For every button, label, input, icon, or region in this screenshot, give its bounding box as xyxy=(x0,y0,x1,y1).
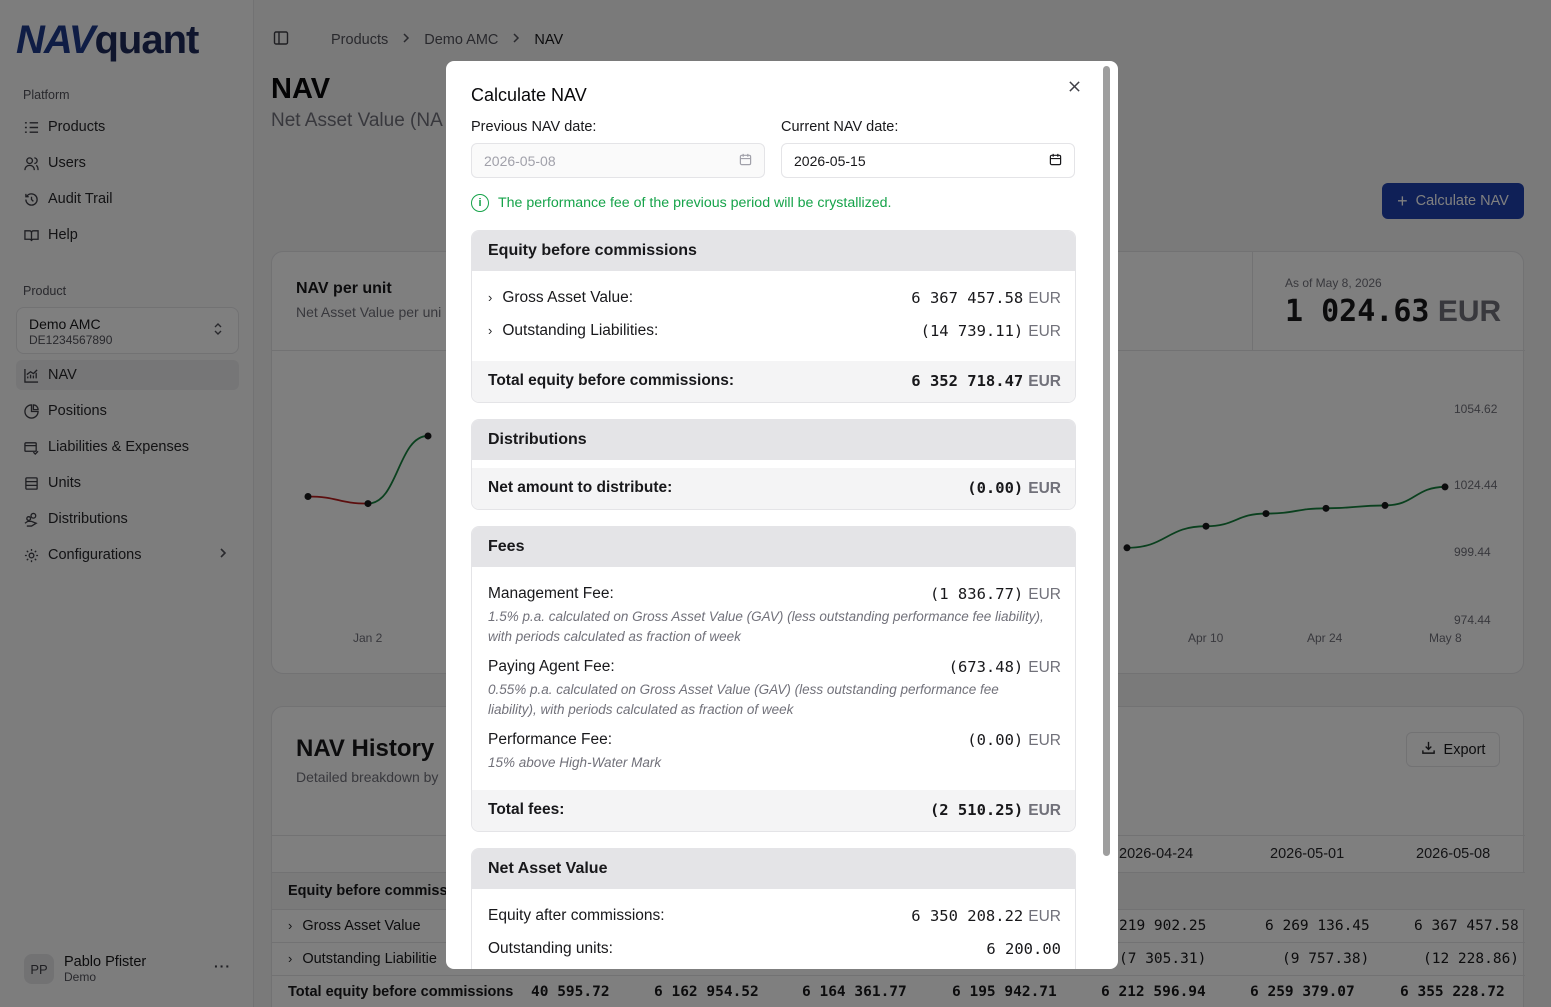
total-fees-row: Total fees: (2 510.25) EUR xyxy=(472,790,1075,831)
nav-section-header: Net Asset Value xyxy=(472,849,1075,889)
paying-agent-fee-row: Paying Agent Fee: (673.48) EUR 0.55% p.a.… xyxy=(472,658,1075,720)
chevron-right-icon: › xyxy=(488,323,493,338)
equity-header: Equity before commissions xyxy=(472,231,1075,271)
equity-section: Equity before commissions › Gross Asset V… xyxy=(471,230,1076,403)
fees-section: Fees Management Fee: (1 836.77) EUR 1.5% … xyxy=(471,526,1076,832)
calendar-icon[interactable] xyxy=(1049,153,1062,169)
total-equity-row: Total equity before commissions: 6 352 7… xyxy=(472,361,1075,402)
distributions-section: Distributions Net amount to distribute: … xyxy=(471,419,1076,510)
performance-fee-description: 15% above High-Water Mark xyxy=(488,755,662,770)
fees-header: Fees xyxy=(472,527,1075,567)
dialog-scrollbar[interactable] xyxy=(1101,64,1112,964)
current-nav-date-input[interactable]: 2026-05-15 xyxy=(781,143,1075,178)
current-date-label: Current NAV date: xyxy=(781,119,899,135)
calendar-icon xyxy=(739,153,752,169)
equity-after-commissions-row: Equity after commissions: 6 350 208.22 EU… xyxy=(488,907,1061,925)
net-asset-value-section: Net Asset Value Equity after commissions… xyxy=(471,848,1076,969)
previous-nav-date-input: 2026-05-08 xyxy=(471,143,765,178)
outstanding-liabilities-row[interactable]: › Outstanding Liabilities: (14 739.11) EUR xyxy=(472,322,1075,346)
paying-agent-fee-description: 0.55% p.a. calculated on Gross Asset Val… xyxy=(488,682,999,717)
close-icon[interactable] xyxy=(1068,77,1081,98)
management-fee-row: Management Fee: (1 836.77) EUR 1.5% p.a. … xyxy=(472,585,1075,647)
previous-date-label: Previous NAV date: xyxy=(471,119,597,135)
management-fee-description: 1.5% p.a. calculated on Gross Asset Valu… xyxy=(488,609,1044,644)
crystallization-notice: i The performance fee of the previous pe… xyxy=(471,194,892,212)
distributions-header: Distributions xyxy=(472,420,1075,460)
chevron-right-icon: › xyxy=(488,290,493,305)
outstanding-units-row: Outstanding units: 6 200.00 xyxy=(488,940,1061,958)
dialog-title: Calculate NAV xyxy=(471,85,587,105)
calculate-nav-dialog: Calculate NAV Previous NAV date: 2026-05… xyxy=(446,61,1118,969)
gross-asset-value-row[interactable]: › Gross Asset Value: 6 367 457.58 EUR xyxy=(472,289,1075,313)
net-distribute-row: Net amount to distribute: (0.00) EUR xyxy=(472,468,1075,509)
performance-fee-row: Performance Fee: (0.00) EUR 15% above Hig… xyxy=(472,731,1075,771)
info-icon: i xyxy=(471,194,489,212)
scrollbar-thumb[interactable] xyxy=(1103,66,1110,856)
